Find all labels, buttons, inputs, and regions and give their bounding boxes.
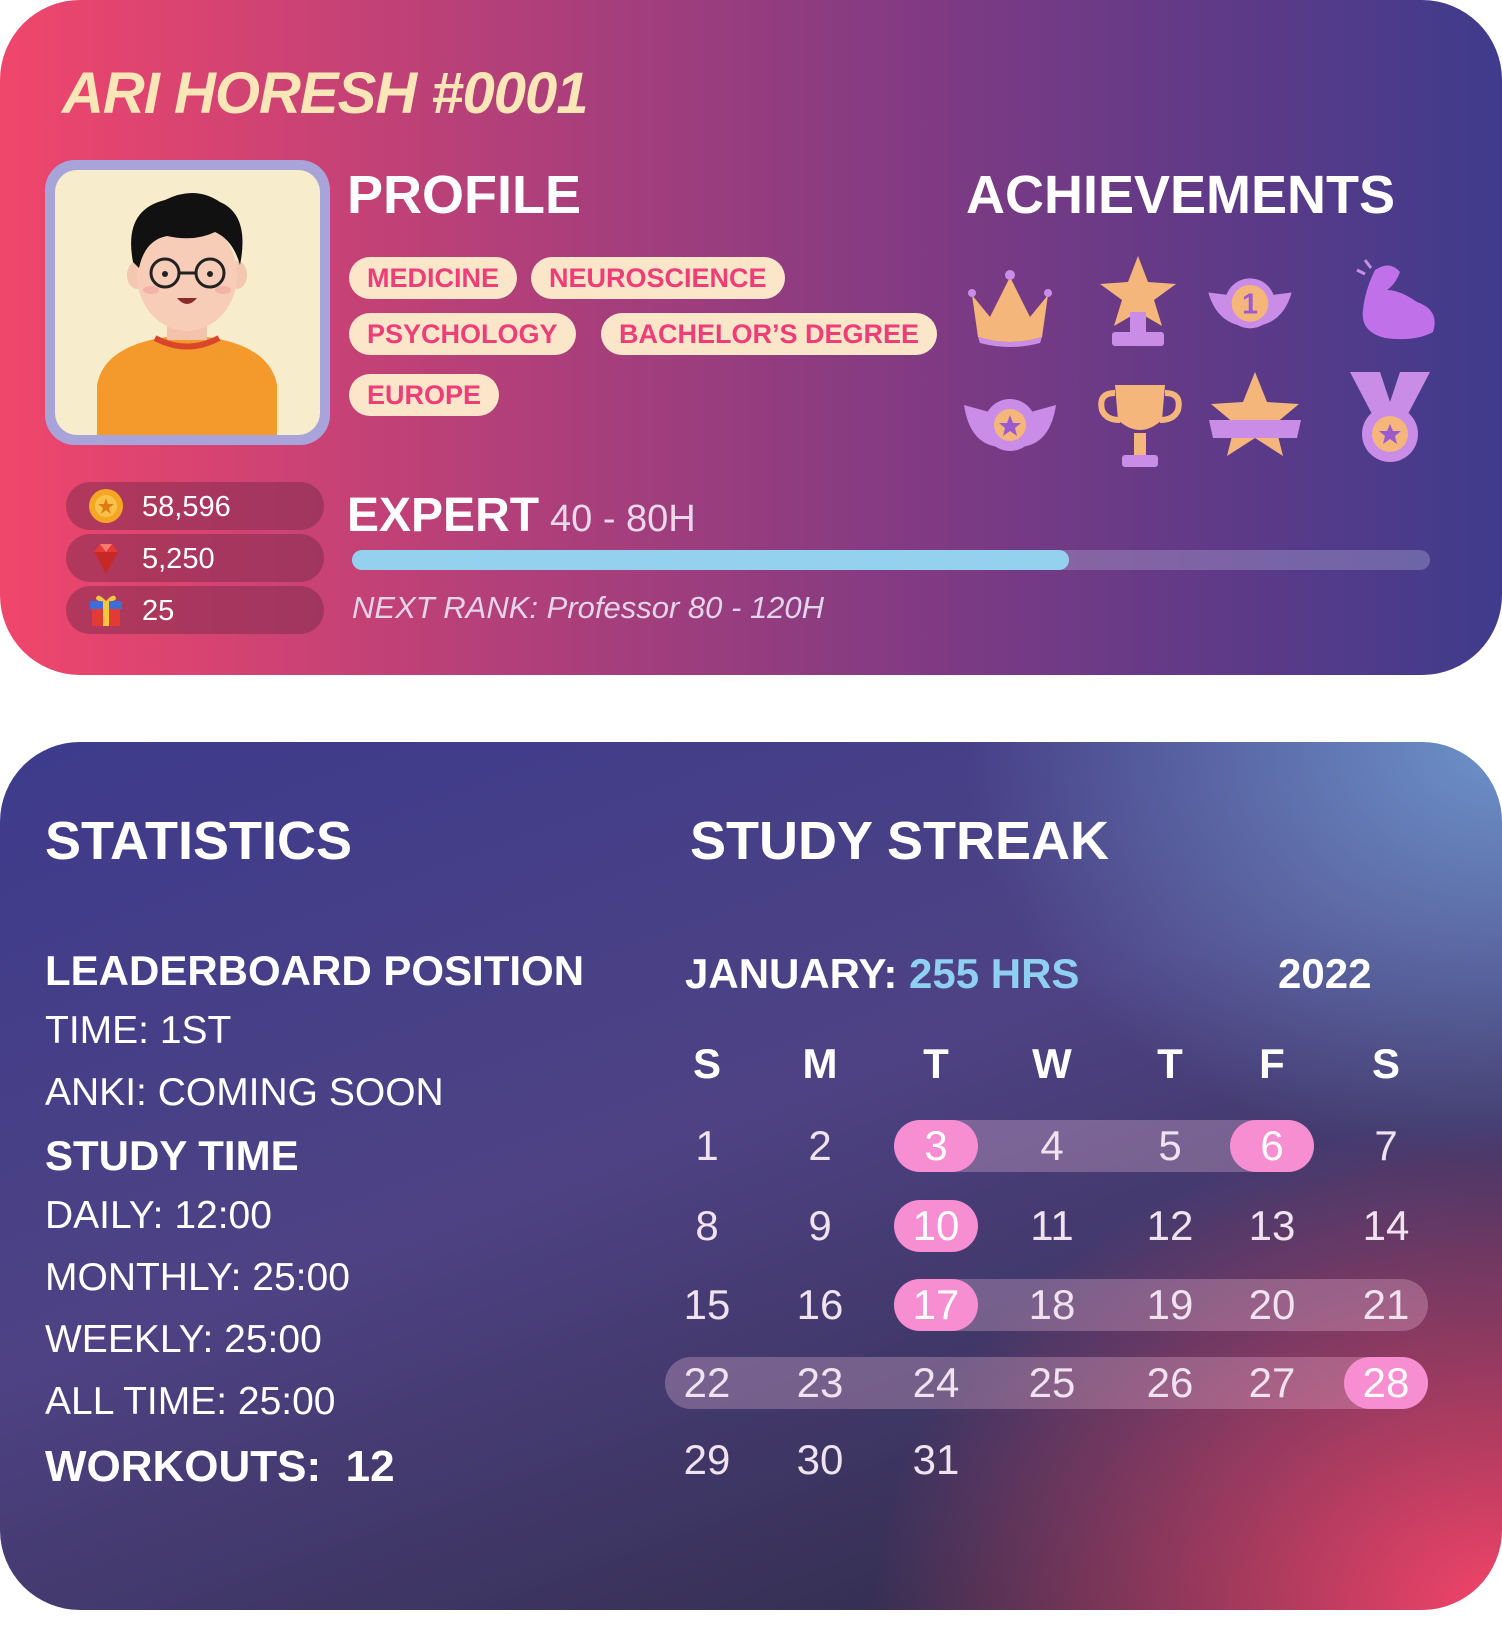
winged-star-badge-icon[interactable] (960, 375, 1060, 475)
user-title: ARI HORESH #0001 (62, 61, 589, 126)
tag-psychology[interactable]: PSYCHOLOGY (349, 313, 576, 355)
calendar-day-11[interactable]: 11 (1010, 1200, 1094, 1252)
calendar-day-14[interactable]: 14 (1344, 1200, 1428, 1252)
rank-name: EXPERT (347, 489, 540, 542)
calendar-day-29[interactable]: 29 (665, 1434, 749, 1486)
tag-neuroscience[interactable]: NEUROSCIENCE (531, 257, 785, 299)
calendar-grid: S M T W T F S 1 2 3 4 5 6 7 8 9 10 11 12 13 14 15 16 17 18 19 20 21… (0, 742, 1502, 1610)
gifts-value: 25 (142, 595, 175, 627)
star-ribbon-icon[interactable] (1205, 368, 1305, 468)
calendar-day-12[interactable]: 12 (1128, 1200, 1212, 1252)
calendar-day-27[interactable]: 27 (1230, 1357, 1314, 1409)
gems-value: 5,250 (142, 543, 215, 575)
weekday-label: S (1371, 1040, 1400, 1087)
calendar-day-4[interactable]: 4 (1010, 1120, 1094, 1172)
calendar-day-6[interactable]: 6 (1230, 1120, 1314, 1172)
star-trophy-icon[interactable] (1088, 250, 1188, 350)
calendar-day-9[interactable]: 9 (778, 1200, 862, 1252)
coins-value: 58,596 (142, 491, 231, 523)
calendar-day-20[interactable]: 20 (1230, 1279, 1314, 1331)
gems-counter[interactable]: 5,250 (66, 534, 324, 582)
tag-bachelors-degree[interactable]: BACHELOR’S DEGREE (601, 313, 938, 355)
weekday-label: W (1032, 1040, 1072, 1087)
profile-card: ARI HORESH #0001 PROFILE ACHIEVEMENTS ME… (0, 0, 1502, 675)
next-rank-label: NEXT RANK: Professor 80 - 120H (352, 590, 825, 625)
calendar-day-3[interactable]: 3 (894, 1120, 978, 1172)
weekday-label: S (692, 1040, 721, 1087)
calendar-day-26[interactable]: 26 (1128, 1357, 1212, 1409)
medal-icon[interactable] (1340, 368, 1440, 468)
achievements-heading: ACHIEVEMENTS (966, 165, 1396, 225)
avatar[interactable] (45, 160, 330, 445)
calendar-day-15[interactable]: 15 (665, 1279, 749, 1331)
winged-medal-1-icon[interactable]: 1 (1200, 255, 1300, 355)
stats-card: STATISTICS STUDY STREAK LEADERBOARD POSI… (0, 742, 1502, 1610)
calendar-day-13[interactable]: 13 (1230, 1200, 1314, 1252)
tag-medicine[interactable]: MEDICINE (349, 257, 518, 299)
trophy-cup-icon[interactable] (1090, 375, 1190, 475)
calendar-day-25[interactable]: 25 (1010, 1357, 1094, 1409)
coins-counter[interactable]: 58,596 (66, 482, 324, 530)
calendar-day-5[interactable]: 5 (1128, 1120, 1212, 1172)
calendar-day-30[interactable]: 30 (778, 1434, 862, 1486)
calendar-day-1[interactable]: 1 (665, 1120, 749, 1172)
gifts-counter[interactable]: 25 (66, 586, 324, 634)
rank-range: 40 - 80H (550, 498, 696, 540)
calendar-day-28[interactable]: 28 (1344, 1357, 1428, 1409)
weekday-label: F (1259, 1040, 1285, 1087)
profile-heading: PROFILE (347, 165, 582, 225)
weekday-label: T (923, 1040, 949, 1087)
flexed-arm-icon[interactable] (1345, 250, 1445, 350)
calendar-day-17[interactable]: 17 (894, 1279, 978, 1331)
calendar-day-18[interactable]: 18 (1010, 1279, 1094, 1331)
ruby-gem-icon (94, 544, 118, 574)
calendar-day-16[interactable]: 16 (778, 1279, 862, 1331)
calendar-day-10[interactable]: 10 (894, 1200, 978, 1252)
calendar-day-8[interactable]: 8 (665, 1200, 749, 1252)
svg-text:1: 1 (1242, 288, 1258, 320)
gift-box-icon (90, 595, 122, 626)
tag-europe[interactable]: EUROPE (349, 374, 500, 416)
weekday-label: T (1157, 1040, 1183, 1087)
calendar-day-21[interactable]: 21 (1344, 1279, 1428, 1331)
calendar-day-24[interactable]: 24 (894, 1357, 978, 1409)
calendar-day-23[interactable]: 23 (778, 1357, 862, 1409)
gold-coin-icon (89, 489, 123, 523)
rank-progress-fill (352, 550, 1069, 570)
avatar-image (55, 170, 320, 435)
calendar-day-22[interactable]: 22 (665, 1357, 749, 1409)
crown-icon[interactable] (960, 255, 1060, 355)
calendar-day-2[interactable]: 2 (778, 1120, 862, 1172)
rank-progress-bar (352, 550, 1430, 570)
calendar-day-19[interactable]: 19 (1128, 1279, 1212, 1331)
weekday-label: M (802, 1040, 838, 1087)
calendar-day-31[interactable]: 31 (894, 1434, 978, 1486)
calendar-day-7[interactable]: 7 (1344, 1120, 1428, 1172)
